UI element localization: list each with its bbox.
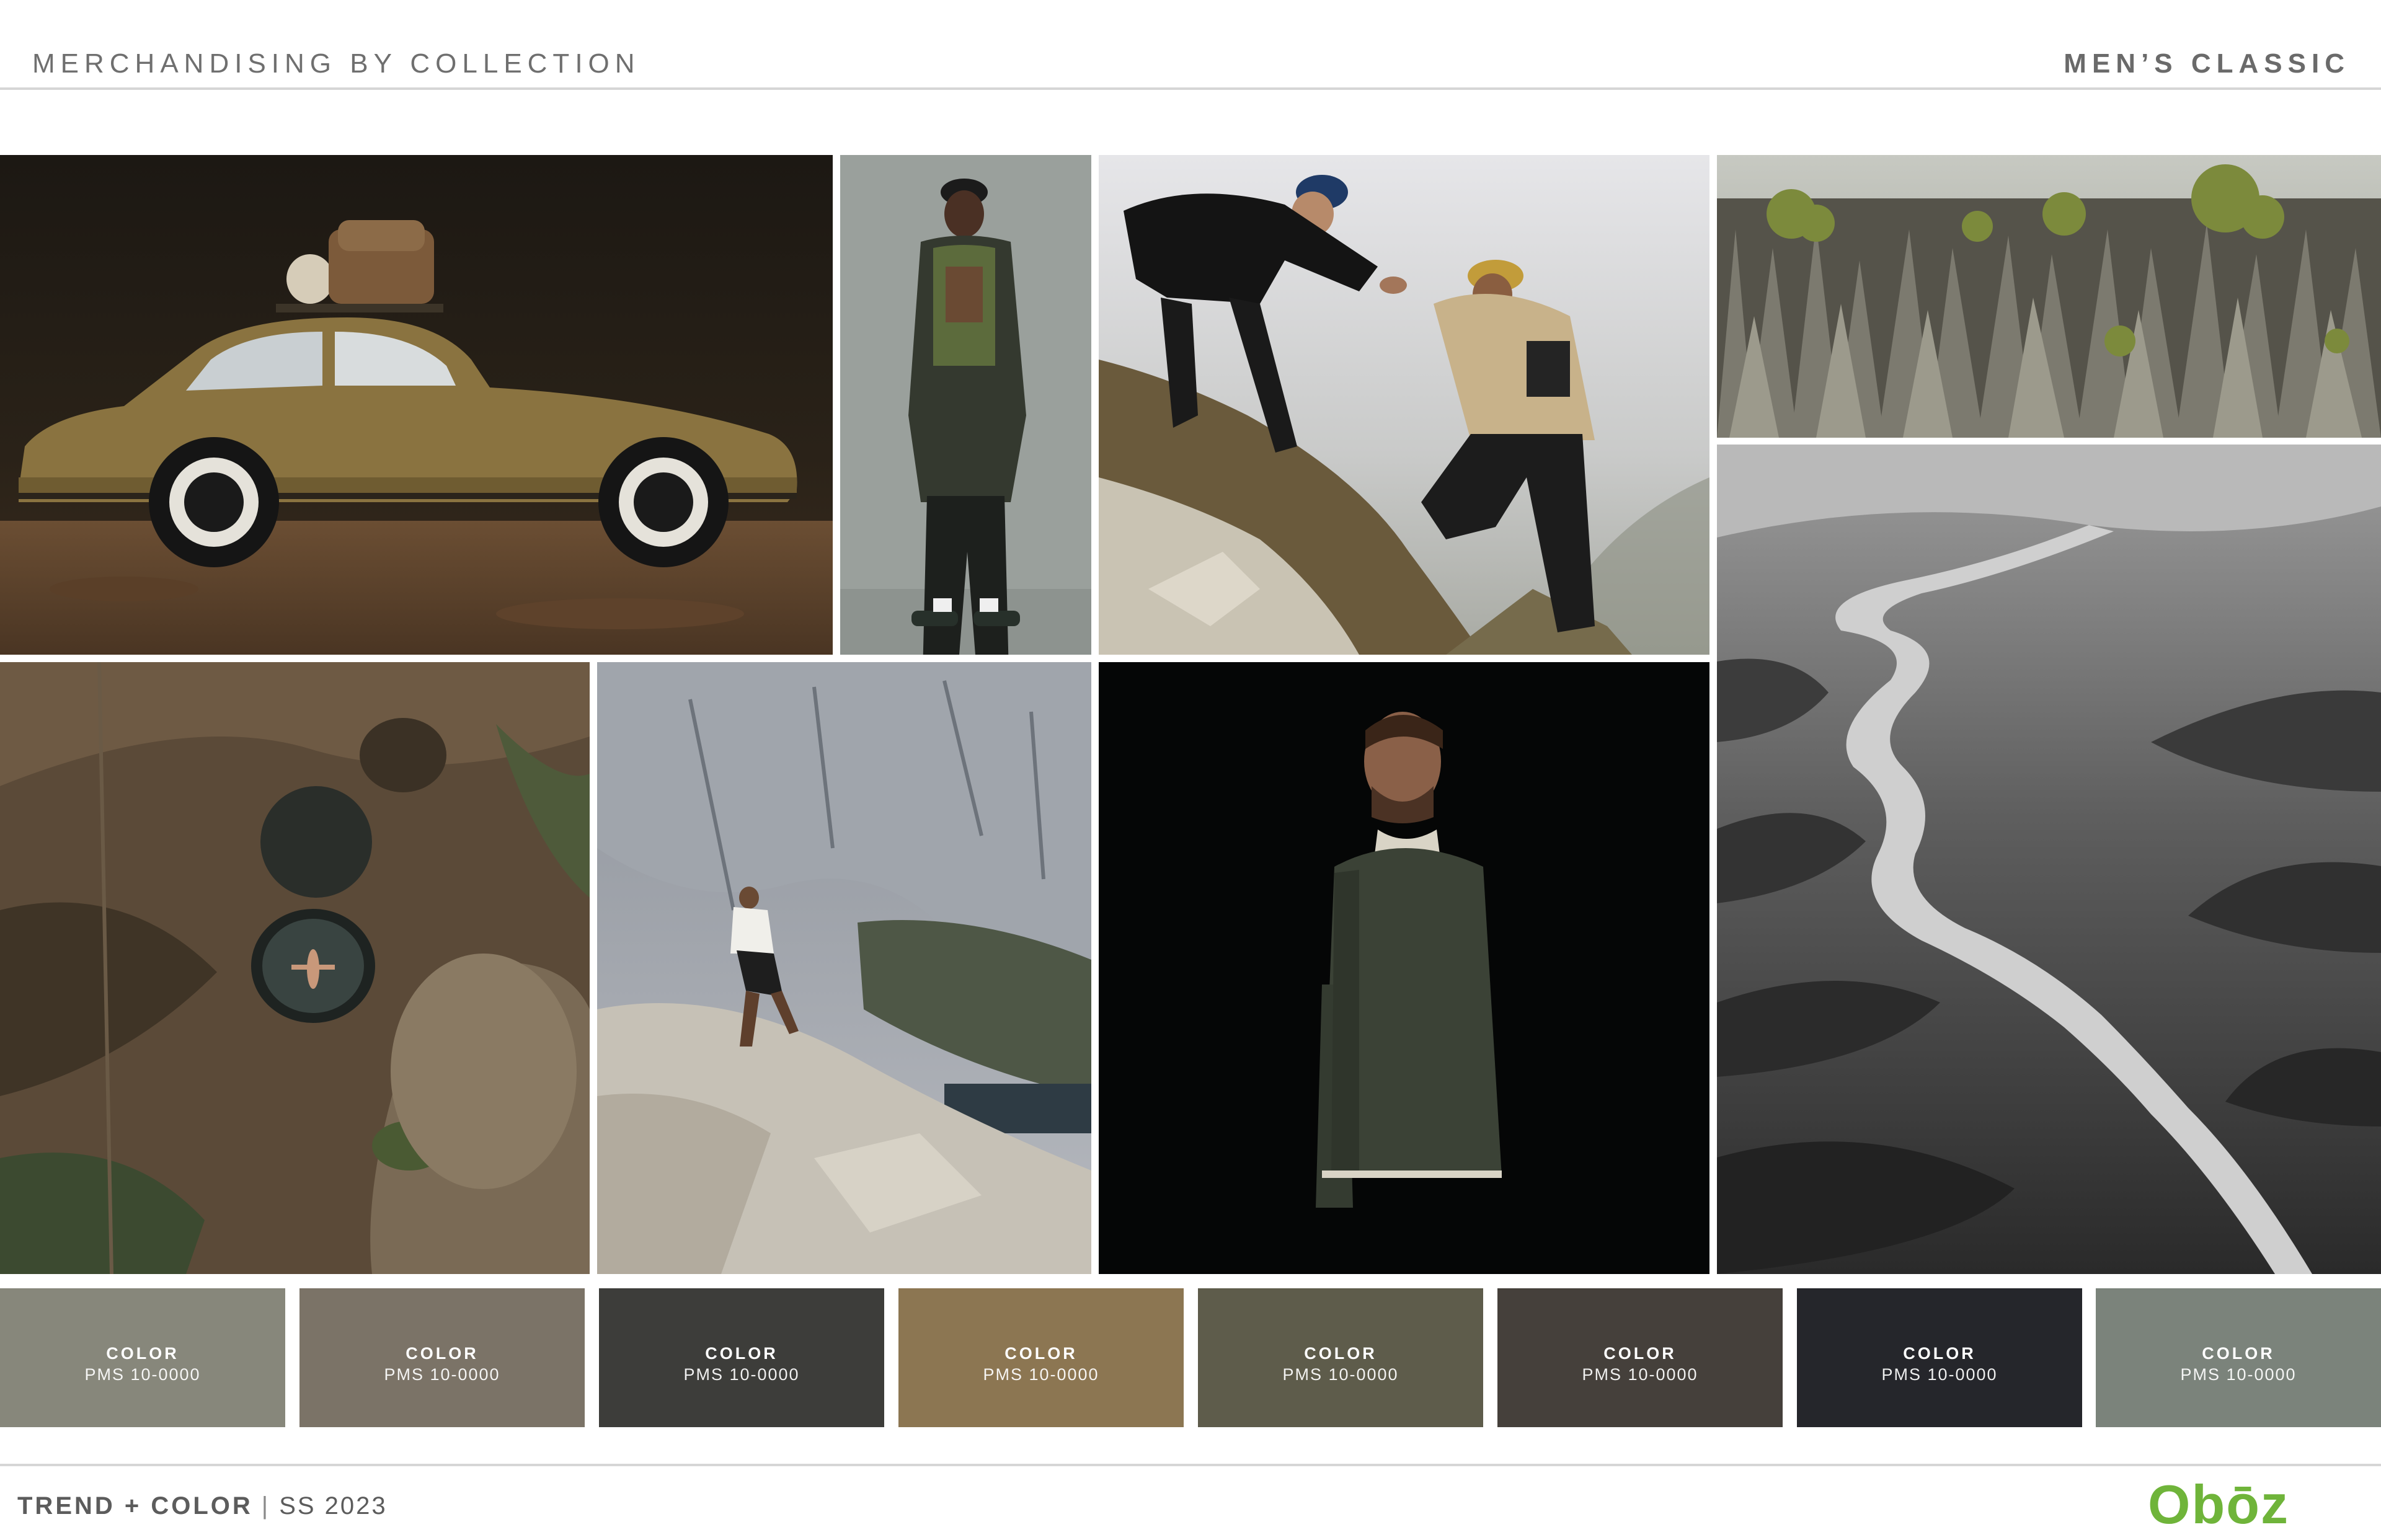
cliff-hiker-photo <box>597 662 1091 1274</box>
swatch-title: COLOR <box>2202 1344 2275 1363</box>
color-swatch: COLOR PMS 10-0000 <box>898 1288 1184 1427</box>
climbers-photo <box>1099 155 1709 655</box>
swatch-title: COLOR <box>705 1344 778 1363</box>
footer-season: SS 2023 <box>279 1492 388 1520</box>
model-jacket-photo <box>840 155 1091 655</box>
car-photo <box>0 155 833 655</box>
swatch-title: COLOR <box>406 1344 479 1363</box>
page-title: MERCHANDISING BY COLLECTION <box>32 48 641 79</box>
color-swatch: COLOR PMS 10-0000 <box>1497 1288 1783 1427</box>
swatch-title: COLOR <box>1903 1344 1976 1363</box>
aerial-pools-photo <box>0 662 590 1274</box>
color-swatch: COLOR PMS 10-0000 <box>599 1288 884 1427</box>
footer-divider <box>0 1464 2381 1466</box>
swatch-code: PMS 10-0000 <box>1582 1365 1698 1384</box>
footer-label: TREND + COLOR | SS 2023 <box>17 1492 388 1520</box>
color-swatch: COLOR PMS 10-0000 <box>0 1288 285 1427</box>
color-swatch: COLOR PMS 10-0000 <box>1797 1288 2082 1427</box>
logo-wordmark: Obōz <box>2148 1476 2289 1532</box>
color-swatch: COLOR PMS 10-0000 <box>2096 1288 2381 1427</box>
header-divider <box>0 87 2381 90</box>
color-swatch: COLOR PMS 10-0000 <box>1198 1288 1483 1427</box>
swatch-code: PMS 10-0000 <box>84 1365 201 1384</box>
swatch-code: PMS 10-0000 <box>683 1365 800 1384</box>
aerial-river-photo <box>1717 445 2381 1274</box>
oboz-logo: Obōz <box>2148 1474 2352 1535</box>
swatch-title: COLOR <box>1304 1344 1377 1363</box>
swatch-code: PMS 10-0000 <box>2180 1365 2297 1384</box>
swatch-title: COLOR <box>106 1344 179 1363</box>
swatch-code: PMS 10-0000 <box>1282 1365 1399 1384</box>
color-swatch: COLOR PMS 10-0000 <box>299 1288 585 1427</box>
swatch-code: PMS 10-0000 <box>983 1365 1099 1384</box>
stone-forest-photo <box>1717 155 2381 438</box>
footer-trend-label: TREND + COLOR <box>17 1492 253 1520</box>
swatch-code: PMS 10-0000 <box>384 1365 500 1384</box>
swatch-title: COLOR <box>1004 1344 1078 1363</box>
footer-separator: | <box>261 1492 271 1520</box>
collection-name: MEN’S CLASSIC <box>2064 48 2350 79</box>
man-fleece-photo <box>1099 662 1709 1274</box>
swatch-code: PMS 10-0000 <box>1881 1365 1998 1384</box>
swatch-title: COLOR <box>1603 1344 1677 1363</box>
